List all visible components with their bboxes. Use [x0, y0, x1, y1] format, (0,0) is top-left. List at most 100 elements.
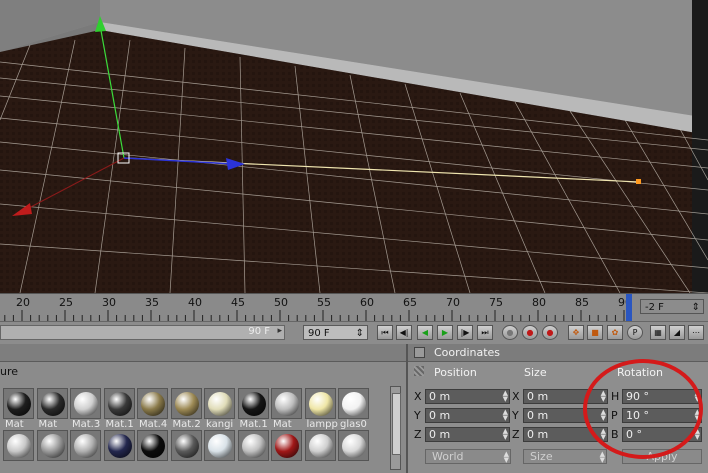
material-swatch[interactable]: [271, 388, 302, 419]
spinner-icon: ⇕: [355, 328, 364, 339]
material-preview-sphere: [342, 392, 366, 416]
go-to-start-button[interactable]: ⏮: [377, 325, 393, 340]
material-preview-sphere: [174, 434, 199, 458]
move-key-icon[interactable]: ✥: [568, 325, 584, 340]
material-label: Mat: [5, 419, 24, 430]
previous-key-button[interactable]: ◀|: [396, 325, 412, 340]
play-forward-button[interactable]: ▶: [437, 325, 453, 340]
material-swatch[interactable]: [103, 430, 135, 461]
material-label: lampp: [306, 419, 338, 430]
material-label: Mat.4: [139, 419, 168, 430]
material-swatch[interactable]: [204, 430, 235, 461]
tick-label: 55: [317, 296, 331, 309]
size-z-value: 0 m: [527, 428, 549, 441]
position-axis-label: Z: [414, 428, 422, 441]
go-to-end-button[interactable]: ⏭: [477, 325, 493, 340]
transport-bar: 90 F ▸ 90 F ⇕ ⏮ ◀| ◀ ▶ |▶ ⏭ ● ● ● ✥ ■ ✿ …: [0, 321, 708, 345]
tick-label: 60: [360, 296, 374, 309]
material-swatch[interactable]: [304, 388, 336, 419]
position-y-field[interactable]: 0 m ▲ ▼: [425, 408, 510, 423]
material-swatch[interactable]: [170, 430, 202, 461]
scale-key-icon[interactable]: ■: [587, 325, 603, 340]
material-swatch[interactable]: [170, 388, 202, 419]
material-swatch[interactable]: [137, 430, 168, 461]
tick-label: 45: [231, 296, 245, 309]
end-frame-value: 90 F: [308, 328, 330, 339]
size-y-value: 0 m: [527, 409, 549, 422]
playhead-marker[interactable]: [626, 294, 632, 321]
material-preview-sphere: [40, 392, 65, 416]
material-label: Mat.1: [105, 419, 134, 430]
material-swatch[interactable]: [338, 430, 369, 461]
timeline-ruler[interactable]: 20 25 30 35 40 45 50 55 60 65 70 75 80 8…: [0, 293, 708, 322]
parameter-key-icon[interactable]: P: [627, 325, 643, 340]
size-x-value: 0 m: [527, 390, 549, 403]
more-options-icon[interactable]: ⋯: [688, 325, 704, 340]
3d-viewport[interactable]: [0, 0, 708, 293]
tick-label: 50: [274, 296, 288, 309]
rotate-key-icon[interactable]: ✿: [607, 325, 623, 340]
current-frame-field[interactable]: -2 F ⇕: [640, 299, 704, 314]
material-swatch[interactable]: [304, 430, 336, 461]
material-header: [0, 344, 406, 362]
material-preview-sphere: [7, 392, 31, 416]
highlight-ellipse: [583, 359, 703, 459]
point-level-icon[interactable]: ▦: [650, 325, 666, 340]
material-swatch[interactable]: [36, 388, 68, 419]
material-preview-sphere: [342, 434, 366, 458]
key-interpolation-icon[interactable]: ◢: [669, 325, 685, 340]
material-swatch[interactable]: [103, 388, 135, 419]
spinner-icon: ▲ ▼: [502, 408, 508, 422]
tick-label: 70: [446, 296, 460, 309]
tick-label: 65: [403, 296, 417, 309]
material-swatch[interactable]: [36, 430, 68, 461]
material-label: glas0: [340, 419, 367, 430]
material-preview-sphere: [241, 434, 266, 458]
spinner-icon: ▲ ▼: [502, 389, 508, 403]
coordinate-space-select[interactable]: World ▲ ▼: [425, 449, 511, 464]
size-axis-label: Y: [512, 409, 519, 422]
material-label: Mat.2: [172, 419, 201, 430]
material-preview-sphere: [208, 434, 232, 458]
tick-label: 80: [532, 296, 546, 309]
range-slider[interactable]: 90 F ▸: [0, 325, 285, 340]
material-swatch[interactable]: [271, 430, 302, 461]
autokey-button[interactable]: ●: [542, 325, 558, 340]
tick-label: 25: [59, 296, 73, 309]
material-swatch[interactable]: [237, 388, 269, 419]
record-keyframe-button[interactable]: ●: [522, 325, 538, 340]
spinner-icon: ▲ ▼: [502, 427, 508, 441]
play-backward-button[interactable]: ◀: [417, 325, 433, 340]
material-swatch[interactable]: [70, 430, 101, 461]
material-swatch[interactable]: [338, 388, 369, 419]
material-preview-sphere: [308, 392, 333, 416]
position-z-field[interactable]: 0 m ▲ ▼: [425, 427, 510, 442]
position-y-value: 0 m: [429, 409, 451, 422]
end-frame-field[interactable]: 90 F ⇕: [303, 325, 368, 340]
panel-checkbox[interactable]: [414, 347, 425, 358]
material-swatch[interactable]: [237, 430, 269, 461]
record-disabled-icon[interactable]: ●: [502, 325, 518, 340]
material-swatch[interactable]: [70, 388, 101, 419]
material-label: kangi: [206, 419, 234, 430]
material-swatch[interactable]: [204, 388, 235, 419]
material-preview-sphere: [40, 434, 65, 458]
tick-label: 30: [102, 296, 116, 309]
scrollbar-thumb[interactable]: [392, 393, 401, 455]
position-x-field[interactable]: 0 m ▲ ▼: [425, 389, 510, 404]
material-preview-sphere: [107, 434, 132, 458]
position-z-value: 0 m: [429, 428, 451, 441]
material-swatch[interactable]: [3, 430, 34, 461]
tick-label: 35: [145, 296, 159, 309]
material-manager: ure Mat Mat Mat.3 Mat.1 Mat.4 Mat.2 kangi Mat.1…: [0, 344, 406, 473]
material-preview-sphere: [141, 392, 165, 416]
highlight-ring: [583, 359, 703, 459]
material-scrollbar[interactable]: [390, 386, 401, 470]
next-key-button[interactable]: |▶: [457, 325, 473, 340]
material-swatch[interactable]: [3, 388, 34, 419]
material-label: Mat.3: [72, 419, 101, 430]
size-axis-label: Z: [512, 428, 520, 441]
material-swatch[interactable]: [137, 388, 168, 419]
size-axis-label: X: [512, 390, 520, 403]
viewport-scene: [0, 0, 708, 293]
